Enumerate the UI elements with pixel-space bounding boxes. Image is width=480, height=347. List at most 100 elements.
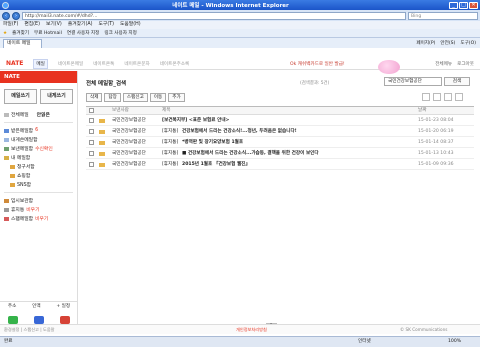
menu-view[interactable]: 보기(V) (46, 21, 62, 29)
mail-row[interactable]: 국민건강보험공단 [휴지통] ■ 건강보험에서 드리는 건강소식...가습동, 결핵… (86, 149, 474, 159)
col-date[interactable]: 날짜 (418, 107, 426, 115)
settings-icon[interactable] (455, 93, 463, 101)
spam-report-button[interactable]: 스팸신고 (122, 93, 148, 102)
mail-sender[interactable]: 국민건강보험공단 (112, 138, 146, 148)
mail-sender[interactable]: 국민건강보험공단 (112, 127, 146, 137)
sidebar-folder-item[interactable]: 내 메일함 (0, 153, 77, 162)
select-all-checkbox[interactable] (89, 108, 94, 113)
gnb-nateon-talk[interactable]: 네이트온톡 (93, 61, 114, 67)
folder-icon (4, 155, 9, 160)
gnb-nateon-sms[interactable]: 네이트온문자 (124, 61, 149, 67)
mail-subject[interactable]: 2015년 1월호 『건강보험 웹진』 (182, 160, 250, 170)
gnb-mail[interactable]: 메일 (33, 58, 48, 69)
list-view-icon[interactable] (422, 93, 430, 101)
preview-icon[interactable] (444, 93, 452, 101)
minimize-button[interactable]: _ (449, 1, 458, 9)
mail-row[interactable]: 국민건강보험공단 [보건복지부] <표준 보험료 안내> 15-01-23 08:0… (86, 116, 474, 126)
mail-subject[interactable]: ■ 건강보험에서 드리는 건강소식...가습동, 결핵을 위한 건강이 보인다 (182, 149, 319, 159)
envelope-icon (99, 119, 105, 123)
menu-help[interactable]: 도움말(H) (120, 21, 141, 29)
fav-link-links[interactable]: 링크 사용자 지정 (104, 29, 137, 37)
maximize-button[interactable]: □ (459, 1, 468, 9)
folder-icon (4, 137, 9, 142)
mail-date: 15-01-13 10:43 (418, 151, 454, 156)
folder-label: 내게쓴메일함 (11, 138, 38, 143)
mail-tag: [휴지통] (162, 162, 179, 167)
sidebar-subfolder-item[interactable]: 쇼핑함 (0, 171, 77, 180)
forward-icon[interactable]: › (12, 11, 20, 20)
privacy-link[interactable]: 개인정보처리방침 (236, 325, 267, 335)
mail-sender[interactable]: 국민건강보험공단 (112, 160, 146, 170)
menu-tools[interactable]: 도구(T) (99, 21, 115, 29)
gnb-nateon-mail[interactable]: 네이트온메일 (58, 61, 83, 67)
network-link[interactable]: 인맥 (32, 302, 40, 311)
mail-subject[interactable]: *병역판 및 장기요양보험 1월호 (182, 138, 243, 148)
search-input[interactable]: Bing (408, 11, 478, 20)
compose-button[interactable]: 메일쓰기 (4, 89, 37, 104)
unread-filter[interactable]: 안읽은 (37, 111, 50, 118)
footer-links[interactable]: 환경설정 | 스팸신고 | 도움말 (4, 325, 55, 335)
sidebar-folder-item[interactable]: 내게쓴메일함 (0, 135, 77, 144)
sidebar-bottom-links: 주소 인맥 + 일정 (0, 301, 78, 311)
fav-link-hotmail[interactable]: 무료 Hotmail (34, 29, 62, 37)
folder-label: 휴지통 (11, 208, 25, 213)
mail-search-button[interactable]: 검색 (444, 77, 470, 86)
logout-link[interactable]: 로그아웃 (457, 61, 474, 67)
envelope-icon (99, 141, 105, 145)
safety-menu[interactable]: 안전(S) (440, 40, 455, 46)
gnb-nateon-contacts[interactable]: 네이트온주소록 (160, 61, 190, 67)
back-icon[interactable]: ‹ (2, 11, 10, 20)
menu-favorites[interactable]: 즐겨찾기(A) (68, 21, 93, 29)
mail-search-input[interactable]: 국민건강보험공단 (384, 77, 442, 86)
zoom-level[interactable]: 100% (448, 337, 461, 347)
menu-file[interactable]: 파일(F) (3, 21, 18, 29)
delete-button[interactable]: 삭제 (86, 93, 103, 102)
row-checkbox[interactable] (89, 129, 94, 134)
sidebar-folder-item[interactable]: 휴지통 비우기 (0, 205, 77, 214)
row-checkbox[interactable] (89, 140, 94, 145)
sidebar-folder-item[interactable]: 보낸메일함 수신확인 (0, 144, 77, 153)
mail-sender[interactable]: 국민건강보험공단 (112, 116, 146, 126)
mail-subject[interactable]: 건강보험에서 드리는 건강소식!...청년, 두려움은 없습니다! (182, 127, 297, 137)
tab-nate-mail[interactable]: 네이트 메일 (3, 38, 42, 48)
reply-button[interactable]: 답장 (104, 93, 121, 102)
tools-menu[interactable]: 도구(O) (460, 40, 476, 46)
sidebar-folder-item[interactable]: 스팸메일함 비우기 (0, 214, 77, 223)
contacts-link[interactable]: 주소 (8, 302, 16, 311)
mail-subject[interactable]: [보건복지부] <표준 보험료 안내> (162, 116, 229, 126)
row-checkbox[interactable] (89, 162, 94, 167)
menu-edit[interactable]: 편집(E) (24, 21, 40, 29)
page-menu[interactable]: 페이지(P) (416, 40, 435, 46)
col-subject[interactable]: 제목 (162, 107, 170, 115)
mail-row[interactable]: 국민건강보험공단 [휴지통] 건강보험에서 드리는 건강소식!...청년, 두려움은… (86, 127, 474, 137)
promo-banner[interactable]: Ok 캐쉬백카드로 일반 발급! (290, 61, 345, 67)
sidebar-subfolder-item[interactable]: 청구서함 (0, 162, 77, 171)
all-menu-link[interactable]: 전체메뉴 (435, 61, 452, 67)
sidebar-folder-item[interactable]: 받은메일함 6 (0, 126, 77, 135)
row-checkbox[interactable] (89, 151, 94, 156)
envelope-icon (99, 163, 105, 167)
all-mail-item[interactable]: 전체메일 안읽은 (0, 110, 77, 119)
mail-row[interactable]: 국민건강보험공단 [휴지통] *병역판 및 장기요양보험 1월호 15-01-14 0… (86, 138, 474, 148)
row-checkbox[interactable] (89, 118, 94, 123)
folder-icon (4, 146, 9, 151)
sidebar-subfolder-item[interactable]: SNS함 (0, 180, 77, 189)
col-sender[interactable]: 보낸사람 (112, 107, 129, 115)
mail-tag: [휴지통] (162, 151, 179, 156)
copyright: © SK Communications (400, 327, 448, 332)
mail-sender[interactable]: 국민건강보험공단 (112, 149, 146, 159)
sidebar-folder-item[interactable]: 임시보관함 (0, 196, 77, 205)
close-button[interactable]: ✕ (469, 1, 478, 9)
nate-logo[interactable]: NATE (6, 60, 23, 67)
fav-link-custom[interactable]: 연결 사용자 지정 (67, 29, 100, 37)
url-input[interactable]: http://mail3.nate.com/#/dhd?... (22, 11, 406, 20)
calendar-link[interactable]: + 일정 (56, 302, 70, 311)
folder-label: 내 메일함 (11, 156, 31, 161)
split-view-icon[interactable] (433, 93, 441, 101)
favorites-button[interactable]: 즐겨찾기 (12, 29, 29, 37)
mail-row[interactable]: 국민건강보험공단 [휴지통] 2015년 1월호 『건강보험 웹진』 15-01-09… (86, 160, 474, 170)
more-button[interactable]: 추가 (168, 93, 185, 102)
page-footer: 환경설정 | 스팸신고 | 도움말 개인정보처리방침 © SK Communic… (0, 324, 480, 334)
move-button[interactable]: 이동 (149, 93, 167, 102)
write-to-me-button[interactable]: 내게쓰기 (40, 89, 73, 104)
